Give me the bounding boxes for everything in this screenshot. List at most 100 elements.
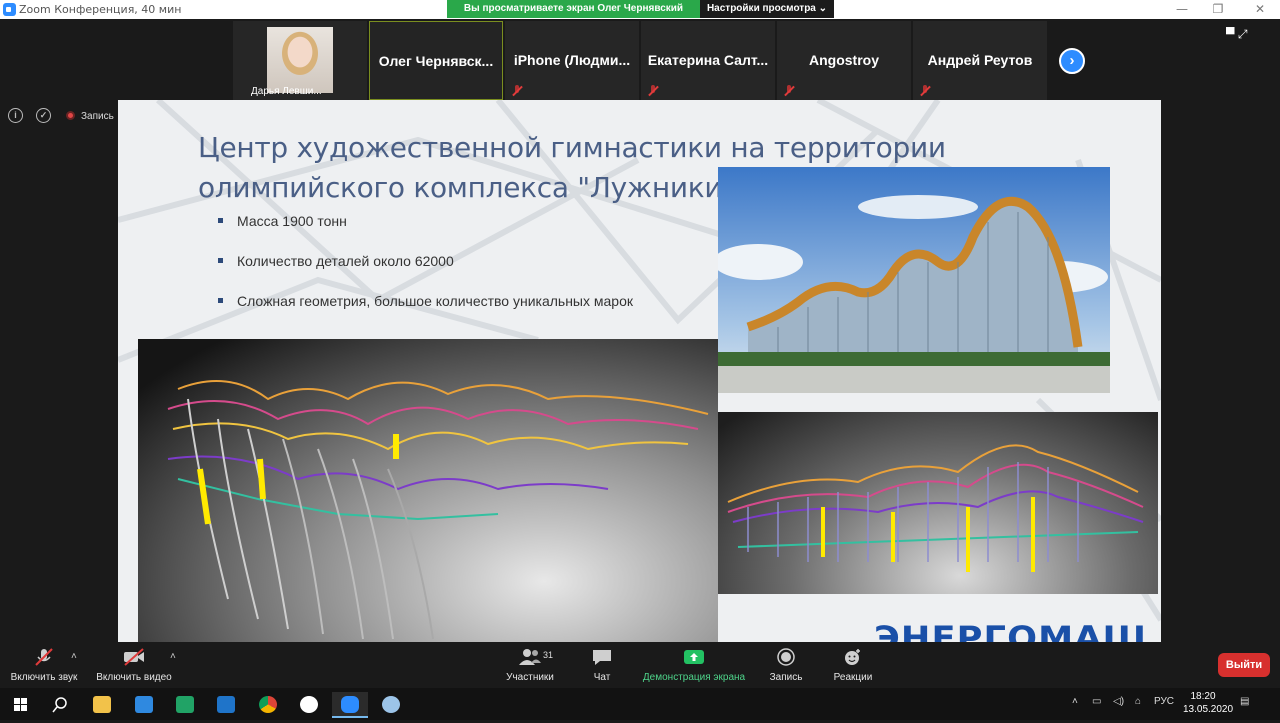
participant-tile[interactable]: Angostroy xyxy=(777,21,911,100)
zoom-logo-icon xyxy=(3,3,16,16)
muted-mic-icon xyxy=(919,85,931,97)
window-title: Zoom Конференция, 40 мин xyxy=(19,3,182,16)
leave-button[interactable]: Выйти xyxy=(1218,653,1270,677)
muted-mic-icon xyxy=(33,648,55,666)
clock-time: 18:20 xyxy=(1190,691,1216,702)
share-banner-text: Вы просматриваете экран Олег Чернявский xyxy=(447,0,700,18)
chat-label: Чат xyxy=(593,672,611,683)
taskbar-explorer[interactable] xyxy=(84,692,120,718)
taskbar-yandex[interactable] xyxy=(291,692,327,718)
folder-icon xyxy=(93,696,111,713)
minimize-button[interactable]: — xyxy=(1172,2,1192,16)
participants-label: Участники xyxy=(506,672,554,683)
shared-screen-slide: Центр художественной гимнастики на терри… xyxy=(118,100,1161,642)
recording-label: Запись xyxy=(81,111,114,122)
windows-taskbar: ˄ ▭ ◁) ⌂ РУС 18:20 13.05.2020 ▤ xyxy=(0,688,1280,720)
participant-name: Дарья Левши... xyxy=(251,86,322,97)
participant-photo xyxy=(267,27,333,93)
view-options-icon[interactable]: ▀ ⤢ xyxy=(1226,27,1247,42)
recording-icon xyxy=(66,111,75,120)
building-photo xyxy=(718,167,1110,393)
info-icon[interactable]: i xyxy=(8,108,23,123)
participant-name: Angostroy xyxy=(809,52,879,68)
bullet-item: Количество деталей около 62000 xyxy=(218,253,633,293)
network-icon[interactable]: ⌂ xyxy=(1135,696,1141,707)
meeting-toolbar: Включить звук ˄ Включить видео ˄ Участни… xyxy=(0,642,1280,688)
participants-button[interactable]: Участники xyxy=(502,642,558,683)
app-icon xyxy=(135,696,153,713)
share-screen-button[interactable]: Демонстрация экрана xyxy=(638,642,750,683)
muted-mic-icon xyxy=(647,85,659,97)
share-banner: Вы просматриваете экран Олег Чернявский … xyxy=(447,0,834,18)
shield-icon[interactable]: ✓ xyxy=(36,108,51,123)
next-page-button[interactable]: › xyxy=(1059,48,1085,74)
taskbar-paint[interactable] xyxy=(373,692,409,718)
muted-mic-icon xyxy=(511,85,523,97)
participant-name: iPhone (Людми... xyxy=(513,52,631,68)
start-video-button[interactable]: Включить видео xyxy=(92,642,176,683)
reactions-label: Реакции xyxy=(833,672,873,683)
chrome-icon xyxy=(259,696,277,713)
taskbar-mail[interactable] xyxy=(208,692,244,718)
zoom-icon xyxy=(341,696,359,713)
reactions-icon xyxy=(842,648,864,666)
battery-icon[interactable]: ▭ xyxy=(1092,696,1101,707)
participant-tile-self[interactable]: Дарья Левши... xyxy=(233,21,367,100)
participants-icon xyxy=(519,648,541,666)
yandex-icon xyxy=(300,696,318,713)
bullet-list: Масса 1900 тонн Количество деталей около… xyxy=(218,213,633,333)
system-clock[interactable]: 18:20 13.05.2020 xyxy=(1183,690,1234,716)
participant-name: Екатерина Салт... xyxy=(647,52,769,68)
start-button[interactable] xyxy=(2,692,38,718)
notifications-icon[interactable]: ▤ xyxy=(1240,696,1249,707)
paint-icon xyxy=(382,696,400,713)
search-icon xyxy=(52,697,67,713)
structure-model-render xyxy=(138,339,718,642)
reactions-button[interactable]: Реакции xyxy=(828,642,878,683)
audio-options-caret[interactable]: ˄ xyxy=(71,651,77,662)
participant-name: Олег Чернявск... xyxy=(378,53,494,69)
participant-tile[interactable]: Андрей Реутов xyxy=(913,21,1047,100)
chat-button[interactable]: Чат xyxy=(584,642,620,683)
meeting-status-bar: i ✓ Запись xyxy=(8,108,118,126)
volume-icon[interactable]: ◁) xyxy=(1113,696,1124,707)
video-options-caret[interactable]: ˄ xyxy=(170,651,176,662)
search-button[interactable] xyxy=(42,692,78,718)
unmute-button[interactable]: Включить звук xyxy=(4,642,84,683)
app-icon xyxy=(176,696,194,713)
unmute-label: Включить звук xyxy=(10,672,78,683)
share-screen-icon xyxy=(683,648,705,666)
window-titlebar: Zoom Конференция, 40 мин Вы просматривае… xyxy=(0,0,1280,19)
slide-title-line: Центр художественной гимнастики на терри… xyxy=(198,131,946,164)
taskbar-chrome[interactable] xyxy=(250,692,286,718)
muted-mic-icon xyxy=(783,85,795,97)
windows-logo-icon xyxy=(14,698,27,711)
record-icon xyxy=(775,648,797,666)
structure-model-render-side xyxy=(718,412,1158,594)
participant-tile[interactable]: Екатерина Салт... xyxy=(641,21,775,100)
company-logo: ЭНЕРГОМАШ xyxy=(874,619,1148,642)
maximize-button[interactable]: ❐ xyxy=(1208,2,1228,16)
record-button[interactable]: Запись xyxy=(766,642,806,683)
meeting-stage: Дарья Левши... Олег Чернявск... iPhone (… xyxy=(0,19,1280,642)
start-video-label: Включить видео xyxy=(96,672,172,683)
tray-chevron-icon[interactable]: ˄ xyxy=(1072,696,1078,707)
participant-tile[interactable]: Олег Чернявск... xyxy=(369,21,503,100)
close-button[interactable]: ✕ xyxy=(1250,2,1270,16)
taskbar-app-green[interactable] xyxy=(167,692,203,718)
record-label: Запись xyxy=(769,672,803,683)
taskbar-app-blue[interactable] xyxy=(126,692,162,718)
view-settings-button[interactable]: Настройки просмотра ⌄ xyxy=(700,0,834,18)
participant-name: Андрей Реутов xyxy=(927,52,1033,68)
participants-count: 31 xyxy=(543,650,554,660)
language-indicator[interactable]: РУС xyxy=(1154,696,1174,707)
bullet-item: Сложная геометрия, большое количество ун… xyxy=(218,293,633,333)
share-screen-label: Демонстрация экрана xyxy=(642,672,746,683)
chat-icon xyxy=(591,648,613,666)
video-off-icon xyxy=(123,648,145,666)
taskbar-zoom[interactable] xyxy=(332,692,368,718)
participant-tile[interactable]: iPhone (Людми... xyxy=(505,21,639,100)
clock-date: 13.05.2020 xyxy=(1183,704,1234,715)
mail-icon xyxy=(217,696,235,713)
bullet-item: Масса 1900 тонн xyxy=(218,213,633,253)
